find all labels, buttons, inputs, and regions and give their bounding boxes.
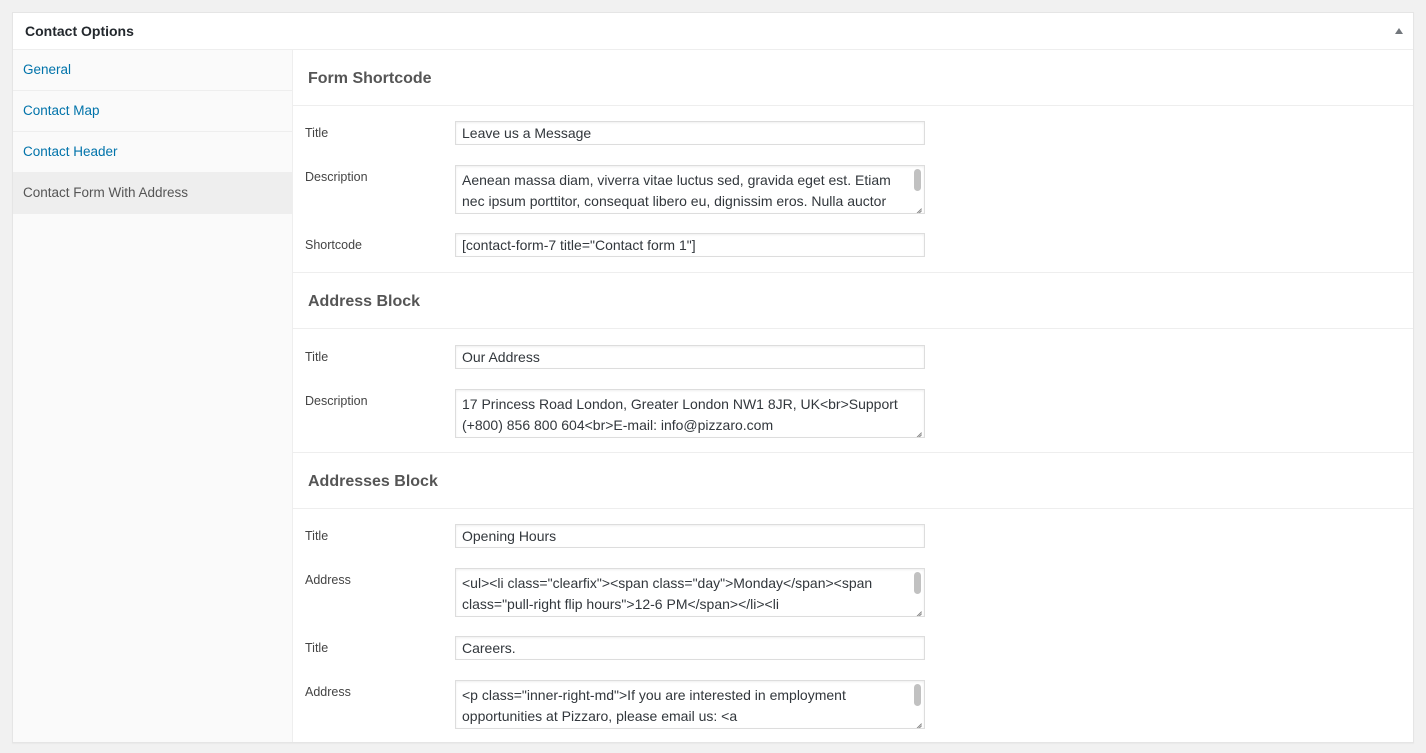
addresses-entry-1-title-input[interactable] xyxy=(455,524,925,548)
address-description-textarea[interactable]: 17 Princess Road London, Greater London … xyxy=(455,389,925,438)
section-title: Form Shortcode xyxy=(308,70,432,87)
field-label-description: Description xyxy=(305,394,368,408)
field-label-address: Address xyxy=(305,573,351,587)
textarea-value: 17 Princess Road London, Greater London … xyxy=(462,396,898,433)
form-title-input[interactable] xyxy=(455,121,925,145)
textarea-value: <p class="inner-right-md">If you are int… xyxy=(462,687,846,724)
sidebar-item-general[interactable]: General xyxy=(13,50,292,91)
sidebar-item-contact-form-with-address[interactable]: Contact Form With Address xyxy=(13,173,292,214)
field-label-title: Title xyxy=(305,350,329,364)
section-title: Addresses Block xyxy=(308,473,438,490)
collapse-toggle-icon[interactable] xyxy=(1395,28,1403,34)
textarea-value: <ul><li class="clearfix"><span class="da… xyxy=(462,575,873,612)
addresses-entry-2-address-textarea[interactable]: <p class="inner-right-md">If you are int… xyxy=(455,680,925,729)
addresses-entry-1-address-textarea[interactable]: <ul><li class="clearfix"><span class="da… xyxy=(455,568,925,617)
sidebar-item-contact-map[interactable]: Contact Map xyxy=(13,91,292,132)
section-header-addresses-block: Addresses Block xyxy=(293,453,1413,509)
panel-title: Contact Options xyxy=(25,23,134,39)
textarea-scrollbar[interactable] xyxy=(914,169,921,191)
addresses-entry-2-title-input[interactable] xyxy=(455,636,925,660)
resize-handle-icon[interactable] xyxy=(913,202,923,212)
field-label-title: Title xyxy=(305,641,329,655)
shortcode-input[interactable] xyxy=(455,233,925,257)
options-content: Form Shortcode Title Description Aenean … xyxy=(293,50,1413,742)
sidebar-item-contact-header[interactable]: Contact Header xyxy=(13,132,292,173)
resize-handle-icon[interactable] xyxy=(913,717,923,727)
resize-handle-icon[interactable] xyxy=(913,605,923,615)
section-header-form-shortcode: Form Shortcode xyxy=(293,50,1413,106)
textarea-value: Aenean massa diam, viverra vitae luctus … xyxy=(462,172,891,209)
form-description-textarea[interactable]: Aenean massa diam, viverra vitae luctus … xyxy=(455,165,925,214)
section-title: Address Block xyxy=(308,293,421,310)
textarea-scrollbar[interactable] xyxy=(914,684,921,706)
contact-options-panel: Contact Options General Contact Map Cont… xyxy=(12,12,1414,743)
panel-header[interactable]: Contact Options xyxy=(13,13,1413,50)
textarea-scrollbar[interactable] xyxy=(914,572,921,594)
section-header-address-block: Address Block xyxy=(293,273,1413,329)
field-label-shortcode: Shortcode xyxy=(305,238,362,252)
resize-handle-icon[interactable] xyxy=(913,426,923,436)
address-title-input[interactable] xyxy=(455,345,925,369)
field-label-description: Description xyxy=(305,170,368,184)
field-label-title: Title xyxy=(305,529,329,543)
field-label-address: Address xyxy=(305,685,351,699)
options-sidebar: General Contact Map Contact Header Conta… xyxy=(13,50,293,742)
field-label-title: Title xyxy=(305,126,329,140)
